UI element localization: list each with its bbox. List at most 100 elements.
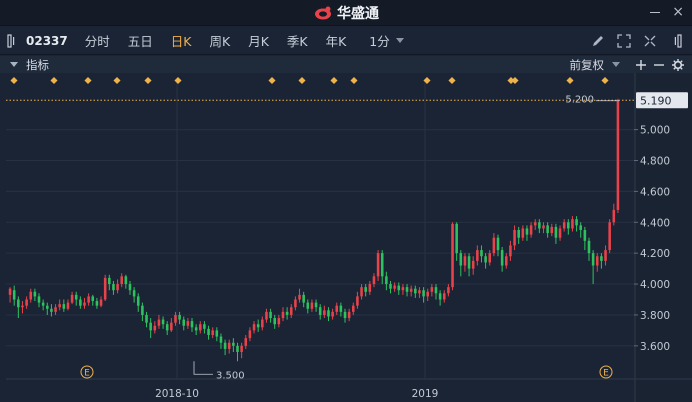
candle-body — [500, 250, 504, 266]
candle-body — [558, 228, 562, 238]
candle-body — [116, 284, 119, 291]
price-tick-label: 4.200 — [640, 248, 670, 260]
candle-body — [128, 284, 132, 291]
candle-body — [517, 230, 520, 238]
candle-body — [273, 318, 276, 325]
candle-body — [108, 277, 111, 285]
indicator-bar: 指标 前复权 — [0, 56, 692, 73]
candle-body — [215, 330, 219, 337]
candle-body — [380, 253, 384, 277]
brand: 华盛通 — [313, 3, 379, 23]
candle-body — [327, 310, 330, 317]
price-tick-label: 4.000 — [640, 279, 670, 291]
add-indicator-icon[interactable] — [636, 59, 646, 70]
candle-body — [306, 302, 310, 309]
brand-logo-icon — [315, 6, 331, 19]
candle-body — [554, 226, 558, 238]
tab-quarterly-k[interactable]: 季K — [278, 27, 317, 55]
candle-body — [103, 277, 107, 300]
candle-body — [54, 307, 57, 312]
toolbar: 02337 分时 五日 日K 周K 月K 季K 年K 1分 — [0, 27, 692, 55]
candle-body — [83, 302, 86, 306]
candle-body — [368, 284, 372, 292]
fullscreen-icon[interactable] — [642, 33, 658, 49]
close-icon[interactable]: × — [672, 5, 684, 19]
candle-body — [525, 228, 529, 235]
candle-body — [442, 293, 446, 300]
tab-weekly-k[interactable]: 周K — [200, 27, 239, 55]
remove-indicator-icon[interactable] — [654, 60, 664, 70]
tab-intraday[interactable]: 分时 — [76, 27, 119, 55]
candle-body — [505, 256, 508, 266]
candle-body — [434, 287, 438, 294]
candle-body — [153, 325, 157, 331]
candle-body — [99, 299, 103, 306]
sidebar-toggle-icon[interactable] — [0, 27, 26, 55]
candle-body — [33, 291, 37, 297]
candle-body — [17, 299, 20, 308]
candle-body — [318, 307, 322, 315]
brand-name: 华盛通 — [337, 5, 379, 22]
candle-body — [414, 288, 417, 294]
tab-daily-k[interactable]: 日K — [162, 27, 201, 55]
candle-body — [8, 288, 12, 295]
candle-body — [112, 284, 115, 291]
candlestick-chart[interactable]: 5.190 5.000 4.800 4.600 4.400 4.200 4.000 3.800… — [0, 73, 692, 402]
candle-body — [496, 237, 500, 251]
candle-body — [372, 276, 376, 285]
candle-body — [50, 308, 53, 312]
candle-body — [199, 324, 202, 331]
adjust-chevron-down-icon[interactable] — [612, 62, 620, 67]
tab-five-day[interactable]: 五日 — [119, 27, 162, 55]
candle-body — [533, 222, 537, 226]
candle-body — [385, 276, 388, 285]
candle-body — [248, 330, 252, 339]
candle-body — [120, 276, 123, 285]
candle-body — [203, 324, 206, 329]
candle-body — [356, 296, 359, 306]
minimize-icon[interactable] — [650, 12, 660, 13]
candle-body — [397, 285, 401, 291]
candle-body — [223, 342, 227, 349]
candle-body — [476, 250, 479, 261]
expand-icon[interactable] — [616, 33, 632, 49]
candle-body — [376, 253, 380, 277]
candle-body — [79, 299, 82, 306]
collapse-arrow-icon[interactable] — [10, 62, 18, 67]
candle-body — [352, 305, 355, 312]
event-marker-label: E — [603, 369, 609, 379]
candle-body — [219, 336, 223, 343]
candle-body — [600, 256, 603, 261]
candle-body — [277, 318, 281, 325]
candle-body — [29, 291, 33, 300]
candle-body — [25, 299, 28, 306]
candle-body — [401, 287, 405, 291]
candle-body — [546, 225, 549, 234]
candle-body — [471, 260, 475, 269]
indicator-label[interactable]: 指标 — [26, 57, 49, 73]
candle-body — [256, 324, 260, 328]
candle-body — [21, 305, 24, 308]
candle-body — [542, 225, 545, 229]
interval-select[interactable]: 1分 — [369, 31, 404, 50]
time-tick-label: 2018-10 — [155, 388, 199, 400]
candle-body — [608, 222, 611, 251]
gear-icon[interactable] — [672, 58, 684, 71]
candle-body — [294, 299, 297, 308]
candle-body — [343, 311, 347, 319]
candle-body — [236, 345, 239, 353]
candle-body — [46, 305, 49, 309]
candle-body — [409, 288, 413, 292]
candle-body — [178, 314, 181, 320]
candle-body — [591, 253, 595, 266]
tab-yearly-k[interactable]: 年K — [317, 27, 356, 55]
candle-body — [182, 319, 186, 326]
panel-toggle-icon[interactable] — [668, 33, 684, 49]
tab-monthly-k[interactable]: 月K — [239, 27, 278, 55]
candle-body — [567, 222, 570, 229]
stock-code[interactable]: 02337 — [26, 34, 68, 48]
pencil-icon[interactable] — [590, 33, 606, 49]
candle-body — [347, 311, 351, 319]
adjust-select[interactable]: 前复权 — [570, 57, 605, 73]
candle-body — [149, 322, 152, 331]
